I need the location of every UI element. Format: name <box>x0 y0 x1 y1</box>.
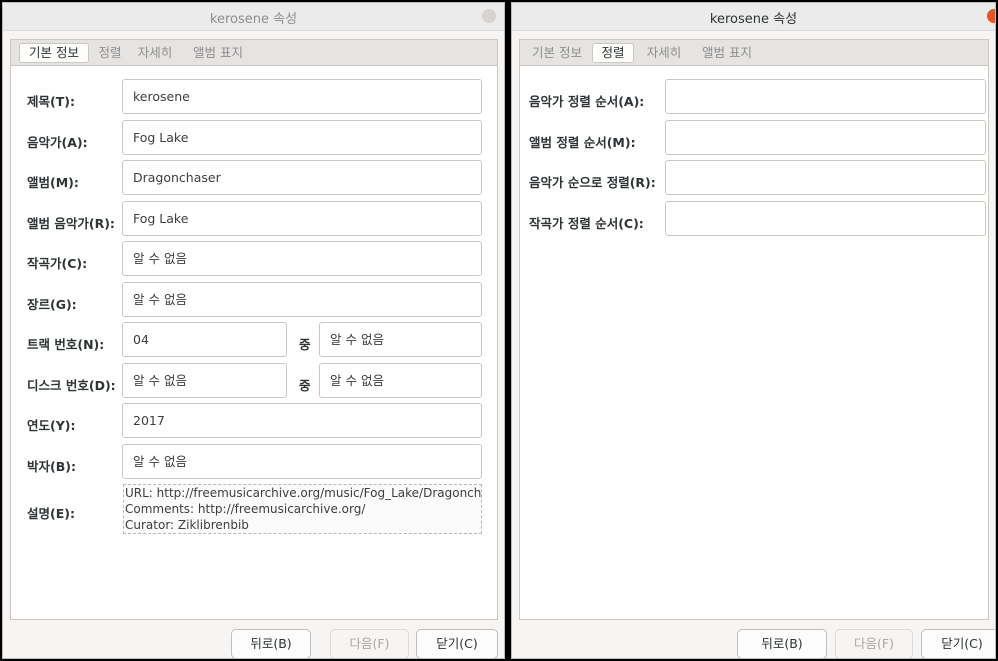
artist-field[interactable]: Fog Lake <box>122 120 482 155</box>
close-window-icon[interactable] <box>482 9 496 23</box>
comment-line: Curator: Ziklibrenbib <box>125 518 249 532</box>
title-bar[interactable]: kerosene 속성 <box>512 3 995 31</box>
back-button[interactable]: 뒤로(B) <box>737 629 827 658</box>
comment-line: Comments: http://freemusicarchive.org/ <box>125 502 366 516</box>
album-artist-sort-field[interactable] <box>665 160 986 195</box>
next-button[interactable]: 다음(F) <box>330 629 409 658</box>
tab-details[interactable]: 자세히 <box>640 43 688 63</box>
title-label: 제목(T): <box>27 94 75 109</box>
artist-label: 음악가(A): <box>27 135 88 150</box>
composer-label: 작곡가(C): <box>27 256 88 271</box>
tab-details[interactable]: 자세히 <box>131 43 179 63</box>
disc-total-field[interactable]: 알 수 없음 <box>319 363 482 398</box>
track-of-label: 중 <box>299 337 311 352</box>
close-button[interactable]: 닫기(C) <box>416 629 498 658</box>
album-label: 앨범(M): <box>27 175 79 190</box>
comment-textarea[interactable]: URL: http://freemusicarchive.org/music/F… <box>123 484 482 534</box>
track-number-label: 트랙 번호(N): <box>27 337 105 352</box>
tab-bar: 기본 정보 정렬 자세히 앨범 표지 <box>11 40 497 66</box>
title-bar[interactable]: kerosene 속성 <box>3 3 504 31</box>
track-total-field[interactable]: 알 수 없음 <box>319 322 482 357</box>
tab-bar: 기본 정보 정렬 자세히 앨범 표지 <box>520 40 988 66</box>
tab-album-art[interactable]: 앨범 표지 <box>692 43 762 63</box>
bpm-label: 박자(B): <box>27 459 76 474</box>
composer-field[interactable]: 알 수 없음 <box>122 241 482 276</box>
comment-line: URL: http://freemusicarchive.org/music/F… <box>125 486 482 500</box>
album-sort-label: 앨범 정렬 순서(M): <box>529 135 636 150</box>
year-label: 연도(Y): <box>27 418 76 433</box>
close-button[interactable]: 닫기(C) <box>921 629 995 658</box>
bpm-field[interactable]: 알 수 없음 <box>122 444 482 479</box>
artist-sort-field[interactable] <box>665 79 986 114</box>
year-field[interactable]: 2017 <box>122 403 482 438</box>
close-window-icon[interactable] <box>987 9 995 23</box>
disc-number-field[interactable]: 알 수 없음 <box>122 363 287 398</box>
window-title: kerosene 속성 <box>209 12 298 27</box>
tab-basic-info[interactable]: 기본 정보 <box>19 43 89 63</box>
properties-dialog-basic: kerosene 속성 기본 정보 정렬 자세히 앨범 표지 제목(T): ke… <box>2 2 505 659</box>
next-button[interactable]: 다음(F) <box>835 629 913 658</box>
track-number-field[interactable]: 04 <box>122 322 287 357</box>
window-title: kerosene 속성 <box>709 12 798 27</box>
tab-sort[interactable]: 정렬 <box>592 43 634 63</box>
disc-number-label: 디스크 번호(D): <box>27 378 116 393</box>
tab-basic-info[interactable]: 기본 정보 <box>528 43 586 63</box>
composer-sort-field[interactable] <box>665 201 986 236</box>
tab-sort[interactable]: 정렬 <box>93 43 127 63</box>
comment-label: 설명(E): <box>27 506 75 521</box>
back-button[interactable]: 뒤로(B) <box>231 629 311 658</box>
genre-label: 장르(G): <box>27 297 77 312</box>
album-sort-field[interactable] <box>665 120 986 155</box>
artist-sort-label: 음악가 정렬 순서(A): <box>529 94 645 109</box>
genre-field[interactable]: 알 수 없음 <box>122 282 482 317</box>
album-artist-label: 앨범 음악가(R): <box>27 216 115 231</box>
tab-album-art[interactable]: 앨범 표지 <box>183 43 253 63</box>
title-field[interactable]: kerosene <box>122 79 482 114</box>
album-field[interactable]: Dragonchaser <box>122 160 482 195</box>
properties-dialog-sort: kerosene 속성 기본 정보 정렬 자세히 앨범 표지 음악가 정렬 순서… <box>511 2 996 659</box>
disc-of-label: 중 <box>299 378 311 393</box>
composer-sort-label: 작곡가 정렬 순서(C): <box>529 216 644 231</box>
album-artist-sort-label: 음악가 순으로 정렬(R): <box>529 175 656 190</box>
album-artist-field[interactable]: Fog Lake <box>122 201 482 236</box>
